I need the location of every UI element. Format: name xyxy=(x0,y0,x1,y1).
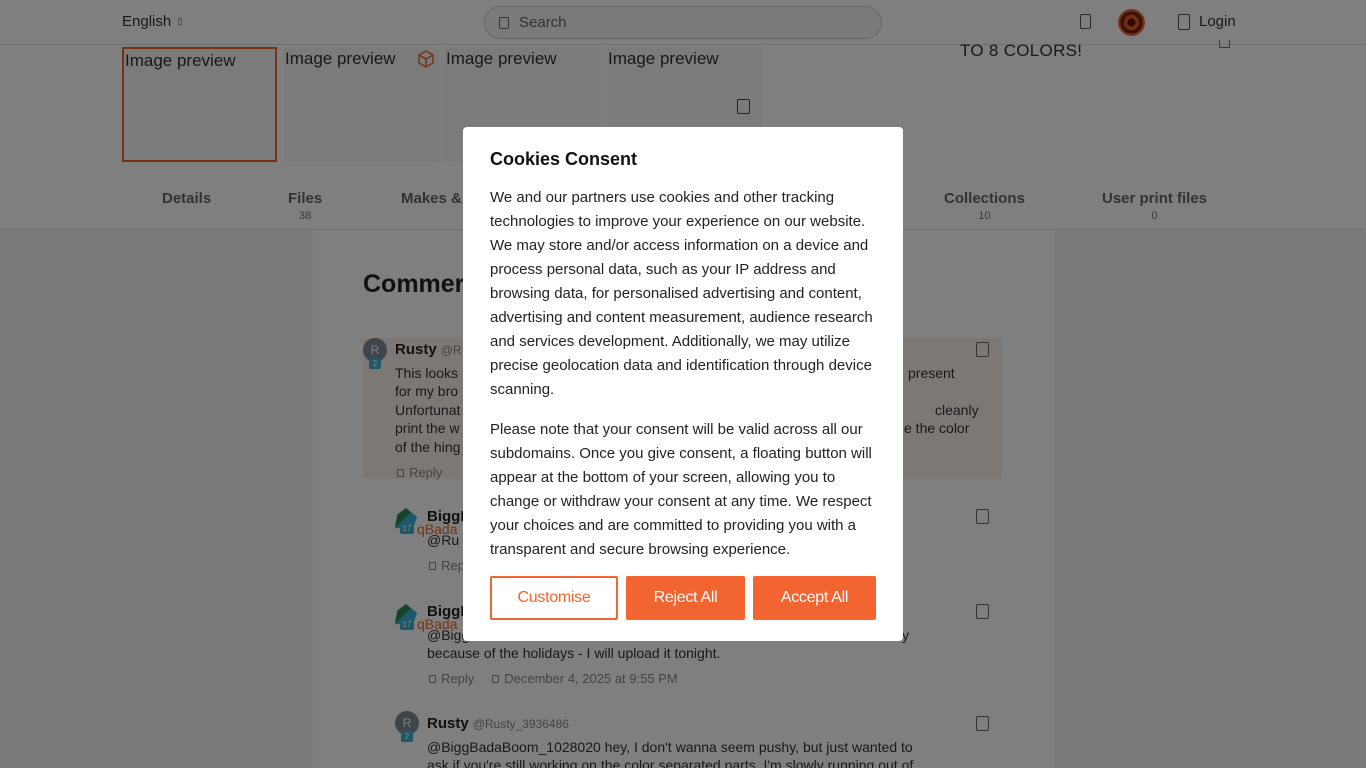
customise-button[interactable]: Customise xyxy=(490,576,618,620)
cookie-consent-dialog: Cookies Consent We and our partners use … xyxy=(463,127,903,641)
dialog-actions: Customise Reject All Accept All xyxy=(490,576,876,620)
reject-all-button[interactable]: Reject All xyxy=(626,576,745,620)
dialog-title: Cookies Consent xyxy=(490,149,638,169)
accept-all-button[interactable]: Accept All xyxy=(753,576,876,620)
dialog-paragraph: Please note that your consent will be va… xyxy=(490,421,872,558)
dialog-paragraph: We and our partners use cookies and othe… xyxy=(490,189,873,398)
